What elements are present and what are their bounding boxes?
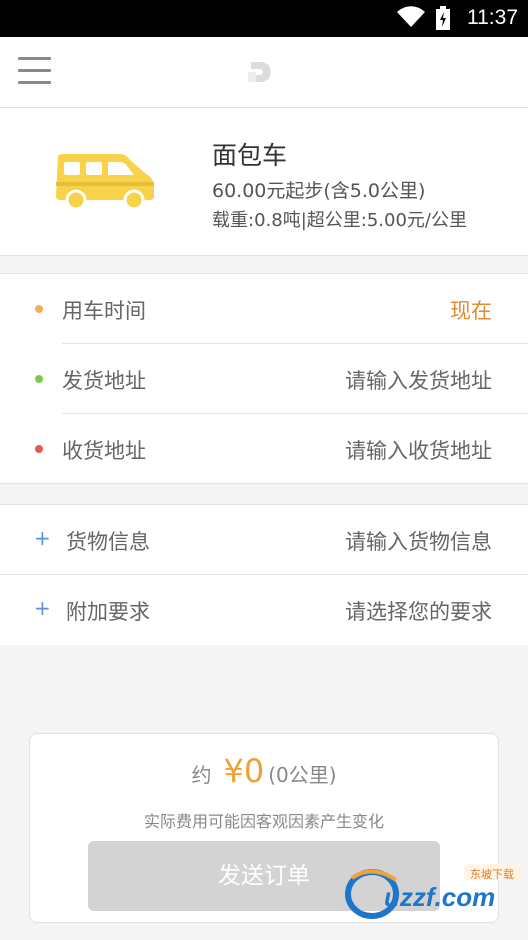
status-bar: 11:37 bbox=[0, 0, 528, 37]
vehicle-price: 60.00元起步(含5.0公里) bbox=[212, 180, 426, 202]
status-time: 11:37 bbox=[467, 6, 518, 29]
pickup-address-label: 发货地址 bbox=[62, 369, 146, 393]
menu-icon[interactable] bbox=[18, 57, 51, 87]
fare-estimate: 约 ¥0 (0公里) bbox=[30, 752, 498, 790]
use-time-row[interactable]: 用车时间 现在 bbox=[0, 274, 528, 344]
delivery-dot-icon bbox=[35, 445, 43, 453]
plus-icon: + bbox=[34, 596, 51, 620]
watermark-text: uzzf.com bbox=[384, 882, 496, 912]
plus-icon: + bbox=[34, 526, 51, 550]
estimate-prefix: 约 bbox=[191, 763, 212, 787]
delivery-address-label: 收货地址 bbox=[62, 439, 146, 463]
battery-charging-icon bbox=[436, 6, 450, 30]
app-header bbox=[0, 37, 528, 108]
cargo-info-row[interactable]: + 货物信息 请输入货物信息 bbox=[0, 505, 528, 575]
pickup-address-input[interactable]: 请输入发货地址 bbox=[345, 365, 492, 395]
estimate-price: ¥0 bbox=[223, 752, 265, 790]
cargo-info-input[interactable]: 请输入货物信息 bbox=[345, 526, 492, 556]
extra-info-section: + 货物信息 请输入货物信息 + 附加要求 请选择您的要求 bbox=[0, 504, 528, 645]
vehicle-name: 面包车 bbox=[212, 141, 288, 170]
watermark-sub: 东坡下载 bbox=[470, 868, 514, 881]
delivery-address-row[interactable]: 收货地址 请输入收货地址 bbox=[0, 414, 528, 483]
estimate-distance: (0公里) bbox=[268, 763, 337, 787]
van-icon bbox=[56, 154, 154, 210]
use-time-value: 现在 bbox=[450, 299, 492, 323]
extra-requirements-select[interactable]: 请选择您的要求 bbox=[345, 596, 492, 626]
order-info-section: 用车时间 现在 发货地址 请输入发货地址 收货地址 请输入收货地址 bbox=[0, 273, 528, 484]
use-time-label: 用车时间 bbox=[62, 299, 146, 323]
delivery-address-input[interactable]: 请输入收货地址 bbox=[345, 435, 492, 465]
vehicle-card[interactable]: 面包车 60.00元起步(含5.0公里) 载重:0.8吨|超公里:5.00元/公… bbox=[0, 108, 528, 256]
use-time-dot-icon bbox=[35, 305, 43, 313]
extra-requirements-row[interactable]: + 附加要求 请选择您的要求 bbox=[0, 575, 528, 645]
cargo-info-label: 货物信息 bbox=[66, 530, 150, 554]
pickup-address-row[interactable]: 发货地址 请输入发货地址 bbox=[0, 344, 528, 414]
app-logo-icon bbox=[248, 62, 271, 82]
vehicle-spec: 载重:0.8吨|超公里:5.00元/公里 bbox=[212, 210, 467, 231]
wifi-icon bbox=[397, 6, 425, 28]
extra-requirements-label: 附加要求 bbox=[66, 600, 150, 624]
pickup-dot-icon bbox=[35, 375, 43, 383]
fare-note: 实际费用可能因客观因素产生变化 bbox=[143, 812, 384, 831]
